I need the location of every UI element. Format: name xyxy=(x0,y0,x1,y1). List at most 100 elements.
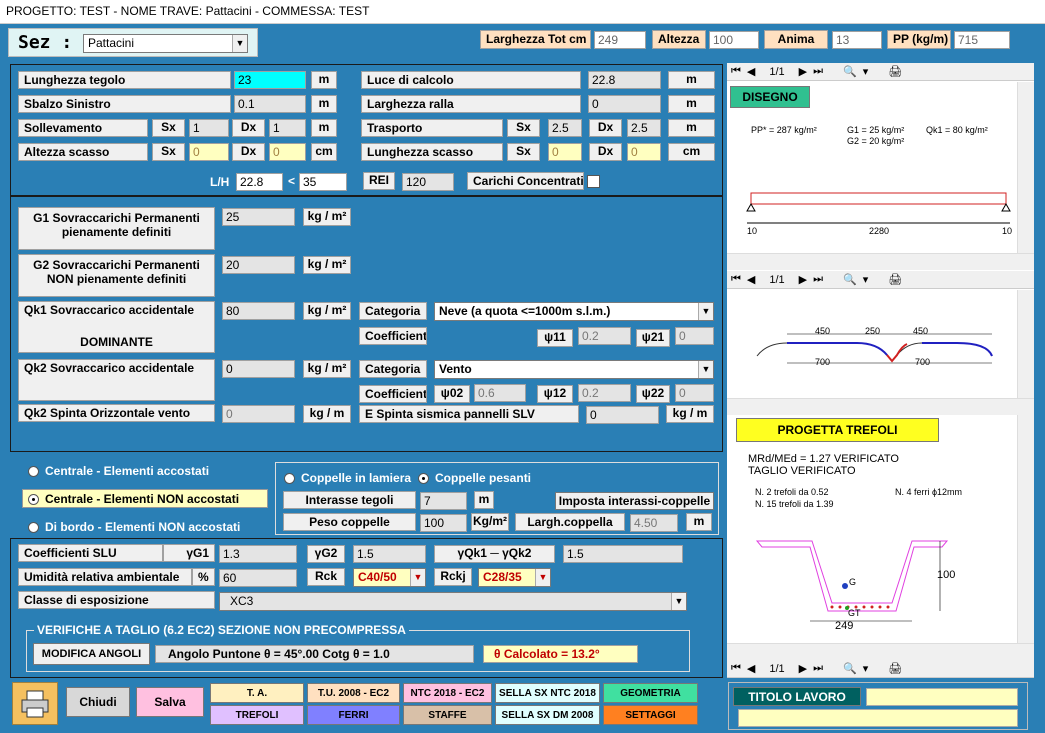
sella-ntc-button[interactable]: SELLA SX NTC 2018 xyxy=(495,683,600,703)
nav-next-icon[interactable]: ▶ xyxy=(799,662,807,675)
radio-coppelle-pesanti[interactable]: Coppelle pesanti xyxy=(418,471,531,485)
chevron-down-icon[interactable]: ▾ xyxy=(863,65,869,78)
sez-select[interactable]: Pattacini ▼ xyxy=(83,34,248,53)
chevron-down-icon[interactable]: ▾ xyxy=(863,662,869,675)
print-icon[interactable]: 🖨 xyxy=(888,273,902,286)
print-icon[interactable]: 🖨 xyxy=(888,65,902,78)
staffe-button[interactable]: STAFFE xyxy=(403,705,492,725)
modifica-angoli-button[interactable]: MODIFICA ANGOLI xyxy=(33,643,150,665)
scasso-sx-field[interactable]: 0 xyxy=(189,143,229,161)
sella-dm-button[interactable]: SELLA SX DM 2008 xyxy=(495,705,600,725)
peso-label: Peso coppelle xyxy=(283,513,416,531)
qk2-unit: kg / m² xyxy=(303,360,351,378)
soll-dx-field[interactable]: 1 xyxy=(269,119,306,137)
scrollbar-horizontal[interactable] xyxy=(727,398,1034,415)
printer-button[interactable] xyxy=(12,682,58,725)
cat1-select[interactable]: Neve (a quota <=1000m s.l.m.) ▼ xyxy=(434,302,714,321)
rei-field[interactable]: 120 xyxy=(402,173,454,191)
nav-prev-icon[interactable]: ◀ xyxy=(747,273,755,286)
radio-centrale-non-accostati[interactable]: Centrale - Elementi NON accostati xyxy=(22,489,268,508)
zoom-icon[interactable]: 🔍 xyxy=(843,273,857,286)
nav-last-icon[interactable]: ⏭ xyxy=(813,65,823,78)
ls-dx-field[interactable]: 0 xyxy=(627,143,661,161)
cat2-select[interactable]: Vento ▼ xyxy=(434,360,714,379)
scrollbar-vertical[interactable] xyxy=(1017,290,1034,398)
tu-button[interactable]: T.U. 2008 - EC2 xyxy=(307,683,400,703)
pp-field[interactable]: 715 xyxy=(954,31,1010,49)
ta-button[interactable]: T. A. xyxy=(210,683,304,703)
sbalzo-field[interactable]: 0.1 xyxy=(234,95,306,113)
tr-unit: m xyxy=(668,119,715,137)
lunghezza-field[interactable]: 23 xyxy=(234,71,306,89)
radio-coppelle-lamiera[interactable]: Coppelle in lamiera xyxy=(284,471,411,485)
progetta-trefoli-button[interactable]: PROGETTA TREFOLI xyxy=(736,418,939,442)
g1-field[interactable]: 25 xyxy=(222,208,295,226)
radio-centrale-accostati[interactable]: Centrale - Elementi accostati xyxy=(28,464,209,478)
ntc-button[interactable]: NTC 2018 - EC2 xyxy=(403,683,492,703)
psi21-field[interactable]: 0 xyxy=(675,327,714,345)
lh-max-field[interactable]: 35 xyxy=(299,173,347,191)
vento-field[interactable]: 0 xyxy=(222,405,295,423)
g1-unit: kg / m² xyxy=(303,208,351,226)
sisma-field[interactable]: 0 xyxy=(586,406,659,424)
disegno-button[interactable]: DISEGNO xyxy=(730,86,810,108)
nav-first-icon[interactable]: ⏮ xyxy=(731,273,741,286)
titolo-field-2[interactable] xyxy=(738,709,1018,727)
nav-next-icon[interactable]: ▶ xyxy=(799,65,807,78)
larghezza-field[interactable]: 249 xyxy=(594,31,646,49)
scrollbar-vertical[interactable] xyxy=(1017,415,1034,643)
tr-sx-field[interactable]: 2.5 xyxy=(548,119,582,137)
carichi-checkbox[interactable] xyxy=(587,175,600,188)
luce-field[interactable]: 22.8 xyxy=(588,71,661,89)
scrollbar-vertical[interactable] xyxy=(1017,82,1034,253)
psi22-field[interactable]: 0 xyxy=(675,384,714,402)
print-icon[interactable]: 🖨 xyxy=(888,662,902,675)
nav-prev-icon[interactable]: ◀ xyxy=(747,65,755,78)
scrollbar-horizontal[interactable] xyxy=(727,253,1034,270)
trefoli-button[interactable]: TREFOLI xyxy=(210,705,304,725)
g2-field[interactable]: 20 xyxy=(222,256,295,274)
zoom-icon[interactable]: 🔍 xyxy=(843,662,857,675)
salva-button[interactable]: Salva xyxy=(136,687,204,717)
nav-last-icon[interactable]: ⏭ xyxy=(813,662,823,675)
peso-field[interactable]: 100 xyxy=(420,514,467,532)
tr-dx-field[interactable]: 2.5 xyxy=(627,119,661,137)
gamma-g1-field[interactable]: 1.3 xyxy=(219,545,297,563)
gamma-g2-field[interactable]: 1.5 xyxy=(353,545,426,563)
rckj-select[interactable]: C28/35 ▼ xyxy=(478,568,551,587)
scrollbar-horizontal[interactable] xyxy=(727,643,1034,660)
chevron-down-icon[interactable]: ▾ xyxy=(863,273,869,286)
scasso-dx-field[interactable]: 0 xyxy=(269,143,306,161)
nav-next-icon[interactable]: ▶ xyxy=(799,273,807,286)
qk2-field[interactable]: 0 xyxy=(222,360,295,378)
geometria-button[interactable]: GEOMETRIA xyxy=(603,683,698,703)
classe-select[interactable]: XC3 ▼ xyxy=(219,592,687,611)
settaggi-button[interactable]: SETTAGGI xyxy=(603,705,698,725)
soll-sx-field[interactable]: 1 xyxy=(189,119,229,137)
qk1-field[interactable]: 80 xyxy=(222,302,295,320)
ls-sx-field[interactable]: 0 xyxy=(548,143,582,161)
largh-field[interactable]: 4.50 xyxy=(630,514,678,532)
nav-first-icon[interactable]: ⏮ xyxy=(731,662,741,675)
rck-select[interactable]: C40/50 ▼ xyxy=(353,568,426,587)
ferri-button[interactable]: FERRI xyxy=(307,705,400,725)
scasso-dx-label: Dx xyxy=(232,143,265,161)
radio-bordo[interactable]: Di bordo - Elementi NON accostati xyxy=(28,520,240,534)
imposta-interassi-button[interactable]: Imposta interassi-coppelle xyxy=(555,492,714,510)
umidita-field[interactable]: 60 xyxy=(219,569,297,587)
anima-field[interactable]: 13 xyxy=(832,31,882,49)
psi11-field[interactable]: 0.2 xyxy=(578,327,631,345)
titolo-field-1[interactable] xyxy=(866,688,1018,706)
ralla-field[interactable]: 0 xyxy=(588,95,661,113)
psi02-field[interactable]: 0.6 xyxy=(474,384,526,402)
gamma-qk-field[interactable]: 1.5 xyxy=(563,545,683,563)
nav-prev-icon[interactable]: ◀ xyxy=(747,662,755,675)
chiudi-button[interactable]: Chiudi xyxy=(66,687,130,717)
interasse-field[interactable]: 7 xyxy=(420,492,467,510)
psi12-field[interactable]: 0.2 xyxy=(578,384,631,402)
qk1-unit: kg / m² xyxy=(303,302,351,320)
altezza-field[interactable]: 100 xyxy=(709,31,759,49)
zoom-icon[interactable]: 🔍 xyxy=(843,65,857,78)
nav-last-icon[interactable]: ⏭ xyxy=(813,273,823,286)
nav-first-icon[interactable]: ⏮ xyxy=(731,65,741,78)
